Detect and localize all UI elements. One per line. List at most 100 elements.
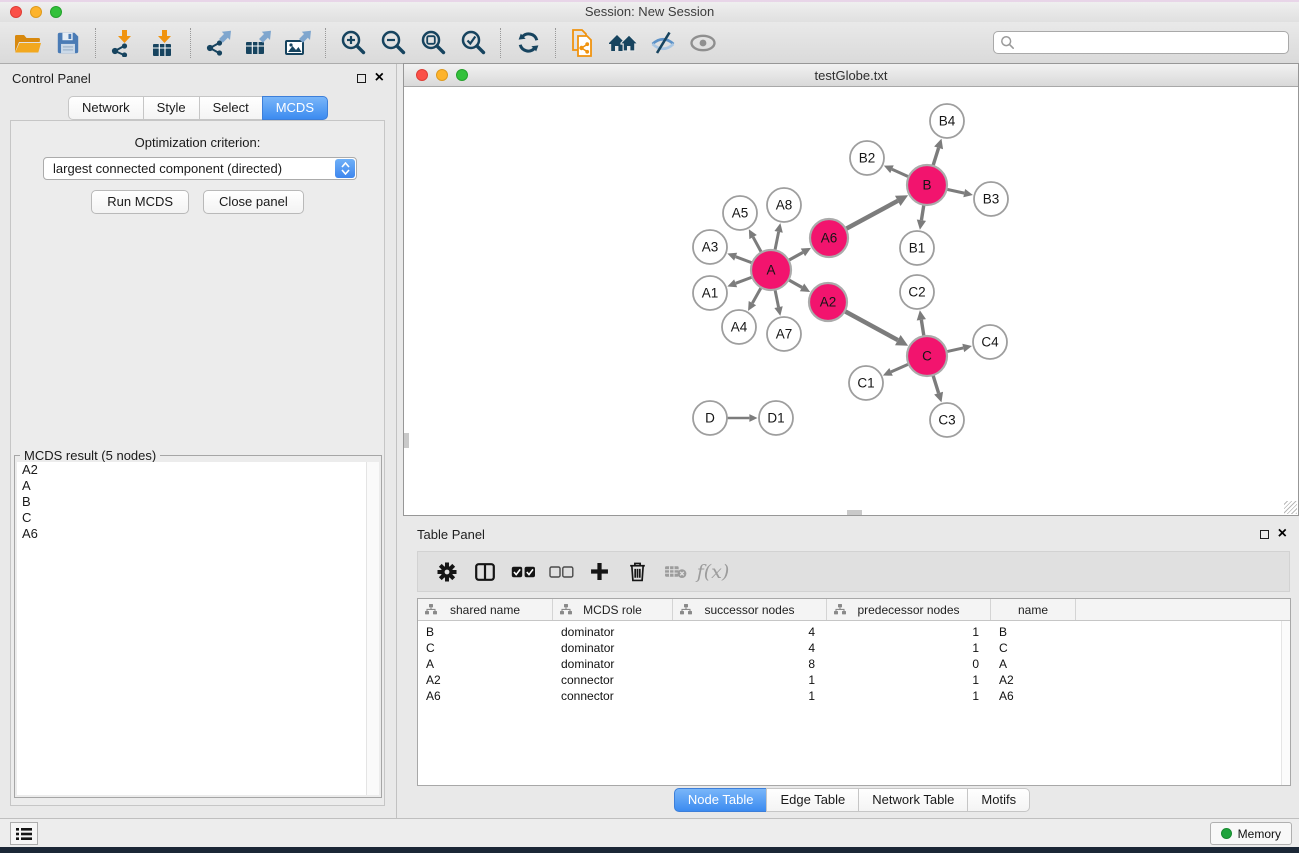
close-panel-button[interactable]: Close panel (203, 190, 304, 214)
table-row[interactable]: A6connector11A6 (418, 688, 1290, 704)
column-view-button[interactable] (466, 555, 504, 589)
hide-graphics-details-button[interactable] (643, 25, 683, 61)
minimize-window-button[interactable] (30, 6, 42, 18)
bottom-splitter-grip[interactable] (847, 510, 862, 515)
svg-text:A6: A6 (821, 231, 838, 246)
zoom-fit-button[interactable] (413, 25, 453, 61)
graph-node-A8[interactable]: A8 (767, 188, 801, 222)
graph-node-A3[interactable]: A3 (693, 230, 727, 264)
network-minimize-button[interactable] (436, 69, 448, 81)
graph-node-A5[interactable]: A5 (723, 196, 757, 230)
zoom-in-button[interactable] (333, 25, 373, 61)
float-panel-icon[interactable] (357, 74, 366, 83)
graph-node-A6[interactable]: A6 (810, 219, 848, 257)
graph-node-B4[interactable]: B4 (930, 104, 964, 138)
column-header-shared-name[interactable]: shared name (418, 599, 553, 620)
home-button[interactable] (603, 25, 643, 61)
result-item[interactable]: C (17, 510, 379, 526)
graph-node-D1[interactable]: D1 (759, 401, 793, 435)
network-close-button[interactable] (416, 69, 428, 81)
function-builder-button[interactable]: f(x) (694, 555, 732, 589)
export-table-button[interactable] (238, 25, 278, 61)
select-all-button[interactable] (504, 555, 542, 589)
task-history-button[interactable] (10, 822, 38, 845)
table-cell: 1 (827, 641, 991, 655)
left-splitter-grip[interactable] (404, 433, 409, 448)
table-settings-button[interactable] (428, 555, 466, 589)
search-input[interactable] (1015, 33, 1288, 52)
graph-node-A2[interactable]: A2 (809, 283, 847, 321)
import-table-button[interactable] (143, 25, 183, 61)
graph-node-B3[interactable]: B3 (974, 182, 1008, 216)
tab-mcds[interactable]: MCDS (262, 96, 328, 120)
memory-button[interactable]: Memory (1210, 822, 1292, 845)
zoom-out-button[interactable] (373, 25, 413, 61)
resize-grip-icon[interactable] (1284, 501, 1297, 514)
graph-node-A7[interactable]: A7 (767, 317, 801, 351)
tab-style[interactable]: Style (143, 96, 200, 120)
column-header-successor-nodes[interactable]: successor nodes (673, 599, 827, 620)
column-header-MCDS-role[interactable]: MCDS role (553, 599, 673, 620)
graph-node-B2[interactable]: B2 (850, 141, 884, 175)
network-zoom-button[interactable] (456, 69, 468, 81)
column-header-name[interactable]: name (991, 599, 1076, 620)
save-session-button[interactable] (48, 25, 88, 61)
result-item[interactable]: A6 (17, 526, 379, 542)
import-network-button[interactable] (103, 25, 143, 61)
table-row[interactable]: Bdominator41B (418, 624, 1290, 640)
graph-node-C2[interactable]: C2 (900, 275, 934, 309)
table-row[interactable]: Adominator80A (418, 656, 1290, 672)
graph-node-A4[interactable]: A4 (722, 310, 756, 344)
delete-table-button[interactable] (656, 555, 694, 589)
graph-edge-C-C2 (921, 320, 923, 336)
tab-motifs[interactable]: Motifs (967, 788, 1030, 812)
optimization-criterion-select[interactable]: largest connected component (directed) (43, 157, 357, 180)
close-table-panel-icon[interactable]: × (1278, 528, 1287, 540)
graph-node-C[interactable]: C (907, 336, 947, 376)
graph-node-C3[interactable]: C3 (930, 403, 964, 437)
table-row[interactable]: Cdominator41C (418, 640, 1290, 656)
tab-edge-table[interactable]: Edge Table (766, 788, 859, 812)
svg-text:B2: B2 (859, 151, 876, 166)
tab-network[interactable]: Network (68, 96, 144, 120)
add-column-button[interactable] (580, 555, 618, 589)
network-canvas[interactable]: B4 B2 B B3 A8 A5 A6 A3 B1 A A1 C2 A2 A4 A7 C4 C C1 C3 D D1 (404, 88, 1298, 515)
table-row[interactable]: A2connector11A2 (418, 672, 1290, 688)
result-item[interactable]: A2 (17, 462, 379, 478)
close-window-button[interactable] (10, 6, 22, 18)
tab-select[interactable]: Select (199, 96, 263, 120)
graph-node-A1[interactable]: A1 (693, 276, 727, 310)
new-network-from-file-button[interactable] (563, 25, 603, 61)
deselect-all-button[interactable] (542, 555, 580, 589)
svg-text:A8: A8 (776, 198, 793, 213)
main-titlebar: Session: New Session (0, 2, 1299, 22)
zoom-selected-button[interactable] (453, 25, 493, 61)
run-mcds-button[interactable]: Run MCDS (91, 190, 189, 214)
search-field[interactable] (993, 31, 1289, 54)
graph-node-C4[interactable]: C4 (973, 325, 1007, 359)
tab-network-table[interactable]: Network Table (858, 788, 968, 812)
open-session-button[interactable] (8, 25, 48, 61)
float-table-panel-icon[interactable] (1260, 530, 1269, 539)
svg-text:D1: D1 (767, 411, 784, 426)
graph-node-C1[interactable]: C1 (849, 366, 883, 400)
export-network-button[interactable] (198, 25, 238, 61)
svg-text:D: D (705, 411, 715, 426)
result-list-scrollbar[interactable] (366, 462, 379, 795)
table-scrollbar[interactable] (1281, 621, 1290, 785)
graph-node-B1[interactable]: B1 (900, 231, 934, 265)
graph-node-D[interactable]: D (693, 401, 727, 435)
delete-column-button[interactable] (618, 555, 656, 589)
toolbar-separator (500, 28, 501, 58)
column-header-predecessor-nodes[interactable]: predecessor nodes (827, 599, 991, 620)
close-panel-icon[interactable]: × (375, 72, 384, 84)
apply-layout-button[interactable] (508, 25, 548, 61)
export-image-button[interactable] (278, 25, 318, 61)
tab-node-table[interactable]: Node Table (674, 788, 768, 812)
show-graphics-details-button[interactable] (683, 25, 723, 61)
graph-node-A[interactable]: A (751, 250, 791, 290)
result-item[interactable]: B (17, 494, 379, 510)
zoom-window-button[interactable] (50, 6, 62, 18)
result-item[interactable]: A (17, 478, 379, 494)
graph-node-B[interactable]: B (907, 165, 947, 205)
